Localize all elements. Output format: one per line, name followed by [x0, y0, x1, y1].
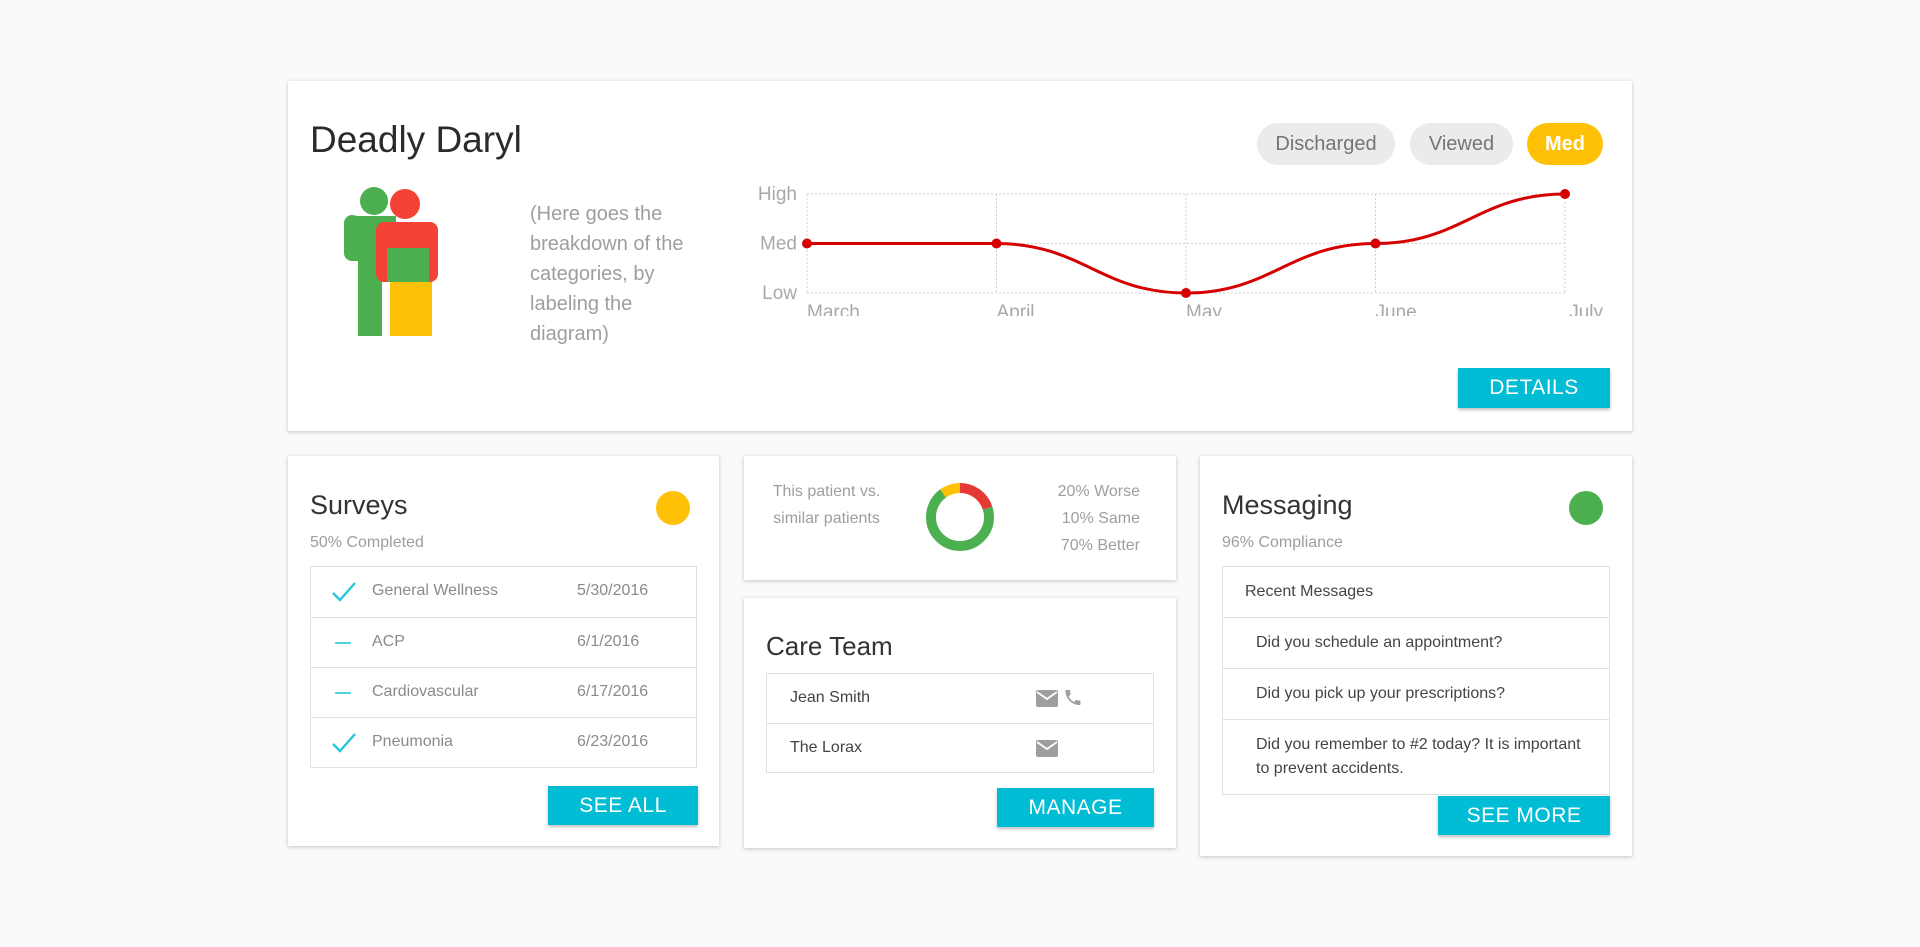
data-point [1560, 189, 1570, 199]
badge-discharged[interactable]: Discharged [1257, 123, 1395, 165]
x-tick-label: May [1186, 302, 1222, 316]
mail-icon[interactable] [1036, 690, 1058, 707]
manage-button[interactable]: MANAGE [997, 788, 1154, 827]
x-tick-label: June [1376, 302, 1417, 316]
dash-icon [335, 692, 351, 694]
team-member-name: The Lorax [790, 739, 863, 756]
survey-row-pneumonia[interactable]: Pneumonia 6/23/2016 [311, 717, 696, 767]
see-all-button[interactable]: SEE ALL [548, 786, 698, 825]
survey-row-acp[interactable]: ACP 6/1/2016 [311, 617, 696, 667]
risk-trend-chart: Low Med High March April May June July [758, 184, 1604, 316]
stat-worse: 20% Worse [1057, 483, 1140, 500]
messages-list: Recent Messages Did you schedule an appo… [1222, 566, 1610, 795]
survey-list: General Wellness 5/30/2016 ACP 6/1/2016 … [310, 566, 697, 768]
survey-name: Cardiovascular [372, 683, 479, 700]
stat-same: 10% Same [1061, 510, 1140, 527]
x-tick-label: March [807, 302, 860, 316]
surveys-title: Surveys [310, 490, 408, 520]
check-icon [332, 582, 356, 602]
y-tick-label: Med [760, 234, 797, 255]
message-item[interactable]: Did you pick up your prescriptions? [1223, 668, 1609, 719]
surveys-status-dot [656, 491, 690, 525]
survey-name: ACP [372, 633, 405, 650]
surveys-card: Surveys 50% Completed General Wellness 5… [288, 456, 719, 846]
messaging-title: Messaging [1222, 490, 1353, 520]
patient-name: Deadly Daryl [310, 119, 522, 160]
survey-name: Pneumonia [372, 733, 453, 750]
patient-card: Deadly Daryl (Here goes the breakdown of… [288, 81, 1632, 431]
team-member-row[interactable]: Jean Smith [767, 674, 1153, 723]
message-item[interactable]: Did you schedule an appointment? [1223, 617, 1609, 668]
category-description: (Here goes the breakdown of the categori… [530, 203, 684, 345]
care-team-title: Care Team [766, 631, 893, 661]
y-tick-label: Low [762, 283, 797, 304]
messaging-status-dot [1569, 491, 1603, 525]
survey-date: 6/17/2016 [577, 683, 649, 700]
care-team-list: Jean Smith The Lorax [766, 673, 1154, 773]
survey-name: General Wellness [372, 582, 498, 599]
x-tick-label: July [1569, 302, 1603, 316]
x-tick-label: April [997, 302, 1035, 316]
messaging-compliance: 96% Compliance [1222, 534, 1343, 551]
data-point [1370, 238, 1381, 249]
phone-icon[interactable] [1063, 687, 1083, 708]
survey-row-general-wellness[interactable]: General Wellness 5/30/2016 [311, 567, 696, 617]
team-member-row[interactable]: The Lorax [767, 723, 1153, 772]
survey-date: 5/30/2016 [577, 582, 649, 599]
mail-icon[interactable] [1036, 740, 1058, 757]
y-tick-label: High [758, 184, 797, 205]
stat-better: 70% Better [1060, 537, 1140, 554]
badge-viewed[interactable]: Viewed [1410, 123, 1513, 165]
care-team-card: Care Team Jean Smith The Lorax MANAGE [744, 598, 1176, 848]
badge-med[interactable]: Med [1527, 123, 1603, 165]
surveys-completion: 50% Completed [310, 534, 424, 551]
messaging-card: Messaging 96% Compliance Recent Messages… [1200, 456, 1632, 856]
comparison-donut-chart [926, 483, 994, 551]
status-badges: Discharged Viewed Med [1257, 123, 1617, 165]
team-member-name: Jean Smith [790, 689, 871, 706]
comparison-label: This patient vs. similar patients [772, 483, 881, 527]
message-item[interactable]: Did you remember to #2 today? It is impo… [1223, 719, 1609, 794]
survey-row-cardiovascular[interactable]: Cardiovascular 6/17/2016 [311, 667, 696, 717]
data-point [1181, 288, 1191, 298]
data-point [802, 238, 812, 249]
check-icon [332, 733, 356, 753]
dash-icon [335, 642, 351, 644]
survey-date: 6/23/2016 [577, 733, 649, 750]
recent-messages-header: Recent Messages [1245, 583, 1374, 600]
details-button[interactable]: DETAILS [1458, 368, 1610, 408]
survey-date: 6/1/2016 [577, 633, 640, 650]
see-more-button[interactable]: SEE MORE [1438, 796, 1610, 835]
data-point [991, 238, 1002, 249]
comparison-card: This patient vs. similar patients 20% Wo… [744, 456, 1176, 580]
comparison-stats: 20% Worse 10% Same 70% Better [1058, 478, 1140, 559]
patient-figure-icon [344, 187, 438, 336]
